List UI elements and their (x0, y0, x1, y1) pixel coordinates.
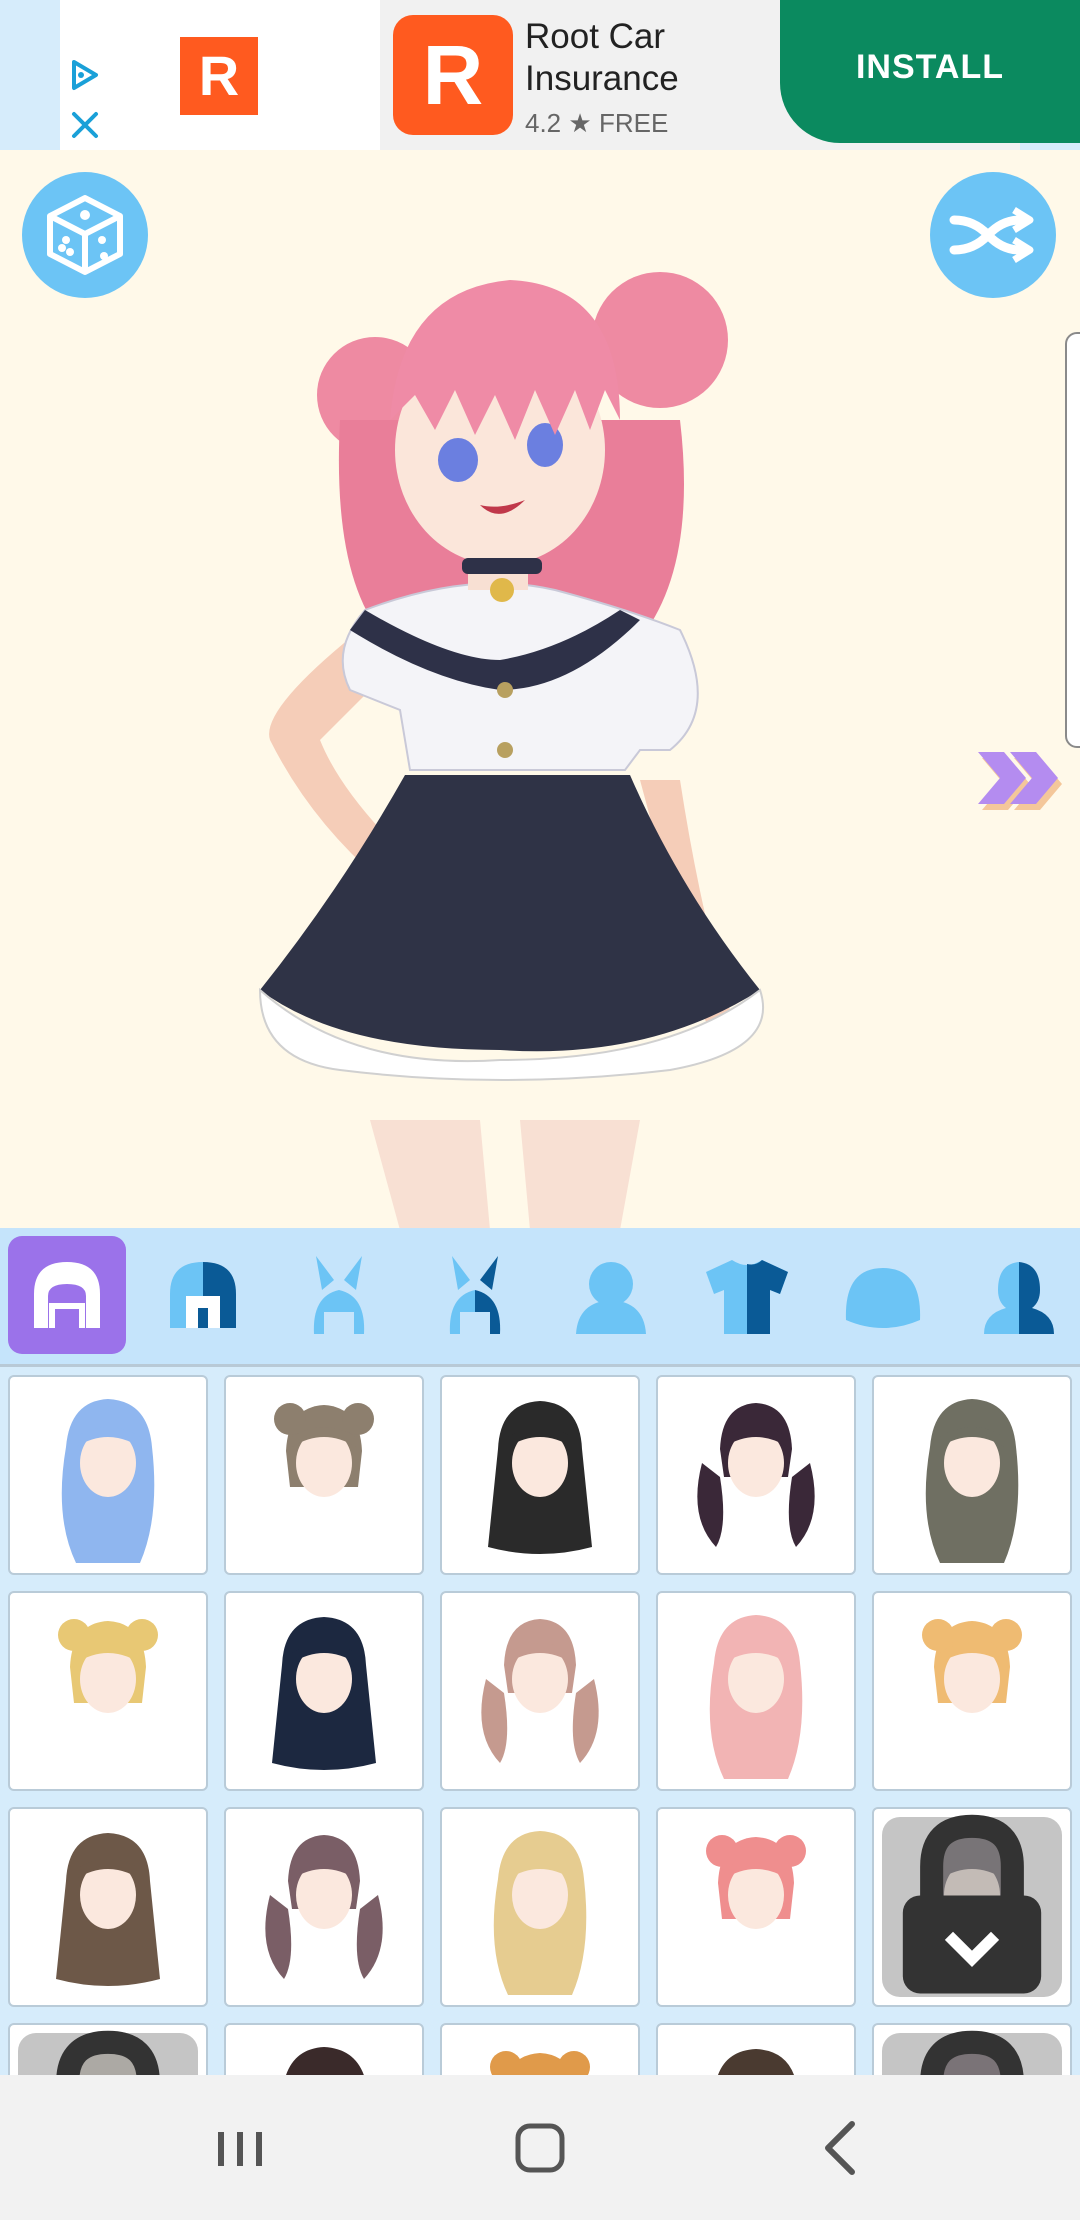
hair-item[interactable] (224, 1375, 424, 1575)
half-body-icon (984, 1262, 1054, 1334)
back-icon[interactable] (802, 2110, 882, 2186)
bunny-ears-alt-icon (449, 1256, 501, 1334)
tab-hair-back[interactable] (144, 1236, 262, 1354)
hair-item[interactable] (656, 2023, 856, 2075)
hair-item[interactable] (656, 1375, 856, 1575)
hair-item[interactable] (872, 2023, 1072, 2075)
lock-icon (920, 2030, 1024, 2075)
hair-item[interactable] (440, 1375, 640, 1575)
hair-item[interactable] (224, 1591, 424, 1791)
tab-bunny-ears[interactable] (280, 1236, 398, 1354)
hair-item[interactable] (8, 1807, 208, 2007)
hair-back-icon (170, 1262, 236, 1328)
double-chevron-right-icon[interactable] (978, 748, 1066, 818)
hair-thumbnail (488, 1401, 592, 1554)
hair-thumbnail (481, 1619, 599, 1763)
dice-icon (47, 195, 123, 275)
tab-top[interactable] (688, 1236, 806, 1354)
hair-item[interactable] (8, 1591, 208, 1791)
system-nav-bar (0, 2075, 1080, 2220)
ad-meta: 4.2 ★ FREE (525, 108, 668, 139)
side-drawer-handle[interactable] (1065, 332, 1080, 748)
shuffle-icon (949, 207, 1034, 263)
bunny-ears-icon (313, 1256, 365, 1334)
hair-thumbnail (56, 1833, 160, 1986)
character-preview (258, 272, 765, 1228)
hair-item[interactable] (440, 2023, 640, 2075)
hair-thumbnail (493, 1831, 587, 1995)
hair-thumbnail (286, 2047, 364, 2075)
ad-rating: 4.2 (525, 108, 562, 138)
ad-small-logo: R (180, 37, 258, 115)
tab-head[interactable] (824, 1236, 942, 1354)
recents-icon[interactable] (200, 2110, 280, 2186)
hair-thumbnail (265, 1835, 383, 1979)
category-tabs (0, 1228, 1080, 1367)
body-icon (576, 1262, 646, 1334)
shirt-icon (706, 1260, 788, 1334)
hair-thumbnail (706, 1835, 806, 1929)
hair-item[interactable] (872, 1375, 1072, 1575)
tab-bunny-ears-alt[interactable] (416, 1236, 534, 1354)
star-icon: ★ (568, 108, 592, 138)
hair-item[interactable] (656, 1807, 856, 2007)
install-label: INSTALL (855, 48, 1004, 86)
random-button[interactable] (22, 172, 148, 298)
ad-banner[interactable]: R R Root Car Insurance 4.2 ★ FREE INSTAL… (0, 0, 1080, 150)
ad-app-logo[interactable]: R (393, 15, 513, 135)
hair-thumbnail (274, 1403, 374, 1497)
hair-thumbnail (61, 1399, 155, 1563)
hair-thumbnail (922, 1619, 1022, 1713)
ad-left-panel: R (60, 0, 380, 150)
item-grid (0, 1367, 1080, 2075)
hair-thumbnail (58, 1619, 158, 1713)
hair-thumbnail (709, 1615, 803, 1779)
home-icon[interactable] (500, 2110, 580, 2186)
hair-item[interactable] (224, 1807, 424, 2007)
hair-item[interactable] (8, 1375, 208, 1575)
shuffle-button[interactable] (930, 172, 1056, 298)
ad-close-icon[interactable] (68, 108, 102, 142)
hair-thumbnail (272, 1617, 376, 1770)
tab-body[interactable] (552, 1236, 670, 1354)
hair-thumbnail (925, 1399, 1019, 1563)
hair-item[interactable] (224, 2023, 424, 2075)
hair-item[interactable] (656, 1591, 856, 1791)
ad-title[interactable]: Root Car Insurance (525, 16, 785, 100)
character-stage (0, 150, 1080, 1228)
hair-thumbnail (490, 2051, 590, 2075)
lock-icon (902, 1814, 1042, 1994)
hair-item[interactable] (8, 2023, 208, 2075)
ad-content[interactable]: R R Root Car Insurance 4.2 ★ FREE INSTAL… (60, 0, 1080, 150)
hair-front-icon (34, 1262, 100, 1328)
hair-item[interactable] (440, 1807, 640, 2007)
hair-item[interactable] (440, 1591, 640, 1791)
hair-thumbnail (718, 2049, 794, 2075)
hair-item[interactable] (872, 1807, 1072, 2007)
hair-thumbnail (697, 1403, 815, 1547)
tab-half-body[interactable] (960, 1236, 1078, 1354)
hair-item[interactable] (872, 1591, 1072, 1791)
lock-icon (56, 2030, 160, 2075)
install-button[interactable]: INSTALL (780, 0, 1080, 143)
ad-price: FREE (598, 108, 669, 138)
tab-hair-front[interactable] (8, 1236, 126, 1354)
head-icon (845, 1268, 921, 1328)
ad-choices-icon[interactable] (68, 58, 102, 92)
